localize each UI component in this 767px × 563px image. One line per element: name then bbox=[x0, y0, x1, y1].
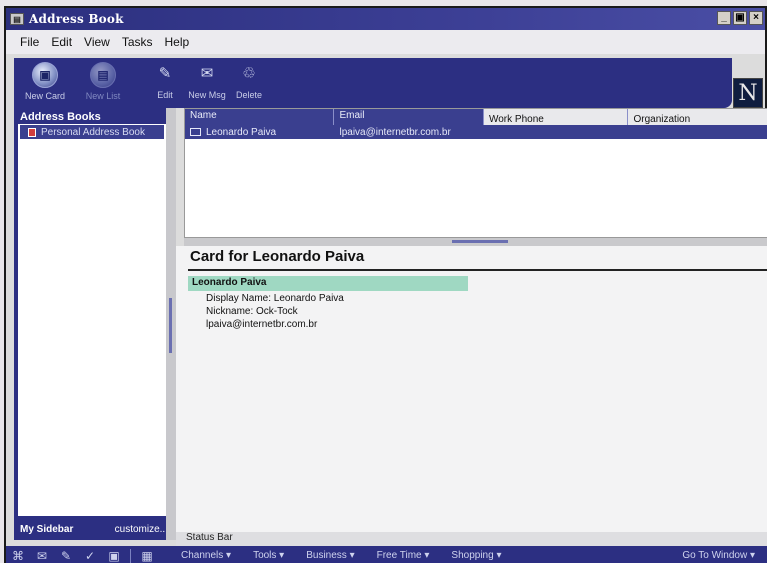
new-card-icon: ▣ bbox=[32, 62, 58, 88]
delete-label: Delete bbox=[235, 90, 262, 100]
card-pane: Card for Leonardo Paiva Leonardo Paiva D… bbox=[176, 246, 767, 532]
edit-label: Edit bbox=[157, 90, 173, 100]
new-msg-icon: ✉ bbox=[200, 65, 214, 82]
new-list-label: New List bbox=[85, 91, 121, 101]
splitter-grip[interactable] bbox=[169, 298, 172, 353]
column-name[interactable]: Name bbox=[185, 109, 335, 125]
sidebar-footer: My Sidebar customize... bbox=[14, 518, 174, 540]
card-display-name: Display Name: Leonardo Paiva bbox=[206, 293, 344, 304]
hsplitter-grip[interactable] bbox=[452, 240, 508, 243]
maximize-button[interactable]: ▣ bbox=[733, 11, 747, 25]
my-sidebar-label[interactable]: My Sidebar bbox=[20, 524, 73, 535]
minimize-button[interactable]: _ bbox=[717, 11, 731, 25]
sidebar: Address Books Personal Address Book My S… bbox=[14, 108, 174, 540]
list-header: Name Email Work Phone Organization bbox=[185, 109, 767, 125]
horizontal-splitter[interactable] bbox=[184, 238, 767, 246]
go-to-window-menu[interactable]: Go To Window ▾ bbox=[682, 550, 755, 561]
customize-link[interactable]: customize... bbox=[115, 524, 168, 535]
navigator-icon[interactable]: ⌘ bbox=[6, 549, 30, 563]
composer-icon[interactable]: ✎ bbox=[54, 549, 78, 563]
vertical-splitter[interactable] bbox=[166, 108, 176, 540]
book-icon bbox=[28, 127, 36, 137]
menu-file[interactable]: File bbox=[20, 35, 39, 49]
tools-menu[interactable]: Tools ▾ bbox=[253, 550, 284, 561]
window-title: Address Book bbox=[29, 12, 124, 26]
netscape-logo: N bbox=[733, 78, 763, 108]
business-menu[interactable]: Business ▾ bbox=[306, 550, 354, 561]
sidebar-header: Address Books bbox=[20, 111, 101, 123]
new-card-button[interactable]: ▣ New Card bbox=[18, 62, 72, 104]
card-email[interactable]: lpaiva@internetbr.com.br bbox=[206, 318, 344, 331]
new-list-icon: ▤ bbox=[90, 62, 116, 88]
free-time-menu[interactable]: Free Time ▾ bbox=[377, 550, 430, 561]
channels-menu[interactable]: Channels ▾ bbox=[181, 550, 231, 561]
new-msg-label: New Msg bbox=[188, 90, 226, 100]
menu-view[interactable]: View bbox=[84, 35, 110, 49]
card-title: Card for Leonardo Paiva bbox=[190, 248, 365, 265]
keyboard-icon[interactable]: ▦ bbox=[135, 549, 159, 563]
menu-help[interactable]: Help bbox=[165, 35, 190, 49]
row-email: lpaiva@internetbr.com.br bbox=[339, 126, 451, 138]
address-book-window: ▤ Address Book _ ▣ × File Edit View Task… bbox=[4, 6, 767, 563]
card-nickname: Nickname: Ock-Tock bbox=[206, 306, 298, 317]
row-name: Leonardo Paiva bbox=[206, 126, 277, 138]
sidebar-item-personal-address-book[interactable]: Personal Address Book bbox=[20, 125, 164, 139]
card-details: Display Name: Leonardo Paiva Nickname: O… bbox=[206, 292, 344, 331]
column-email[interactable]: Email bbox=[334, 109, 484, 125]
address-book-list: Personal Address Book bbox=[18, 124, 166, 516]
component-bar: ⌘ ✉ ✎ ✓ ▣ ▦ Channels ▾ Tools ▾ Business … bbox=[6, 546, 767, 563]
column-organization[interactable]: Organization bbox=[628, 109, 767, 125]
delete-button[interactable]: ♲ Delete bbox=[222, 62, 276, 104]
toolbar: ▣ New Card ▤ New List ✎ Edit ✉ New Msg ♲… bbox=[14, 58, 732, 108]
new-list-button[interactable]: ▤ New List bbox=[76, 62, 130, 104]
menu-bar: File Edit View Tasks Help bbox=[6, 30, 765, 54]
trash-icon: ♲ bbox=[242, 65, 256, 82]
menu-edit[interactable]: Edit bbox=[51, 35, 72, 49]
column-work-phone[interactable]: Work Phone bbox=[483, 109, 629, 125]
chat-icon[interactable]: ✓ bbox=[78, 549, 102, 563]
new-card-label: New Card bbox=[24, 91, 65, 101]
addressbook-icon: ▤ bbox=[10, 13, 24, 25]
mail-icon[interactable]: ✉ bbox=[30, 549, 54, 563]
card-icon bbox=[190, 128, 201, 136]
card-divider bbox=[188, 269, 767, 271]
contacts-list: Name Email Work Phone Organization Leona… bbox=[184, 108, 767, 238]
row-name-cell: Leonardo Paiva bbox=[185, 127, 334, 138]
title-bar[interactable]: ▤ Address Book _ ▣ × bbox=[6, 8, 765, 30]
menu-tasks[interactable]: Tasks bbox=[122, 35, 153, 49]
card-name-band: Leonardo Paiva bbox=[188, 276, 468, 291]
addressbook-icon[interactable]: ▣ bbox=[102, 549, 126, 563]
shopping-menu[interactable]: Shopping ▾ bbox=[451, 550, 501, 561]
table-row[interactable]: Leonardo Paiva lpaiva@internetbr.com.br bbox=[185, 125, 767, 139]
edit-icon: ✎ bbox=[158, 65, 172, 82]
close-button[interactable]: × bbox=[749, 11, 763, 25]
sidebar-item-label: Personal Address Book bbox=[41, 126, 145, 138]
status-bar: Status Bar bbox=[176, 532, 767, 546]
taskbar-divider bbox=[130, 548, 131, 563]
